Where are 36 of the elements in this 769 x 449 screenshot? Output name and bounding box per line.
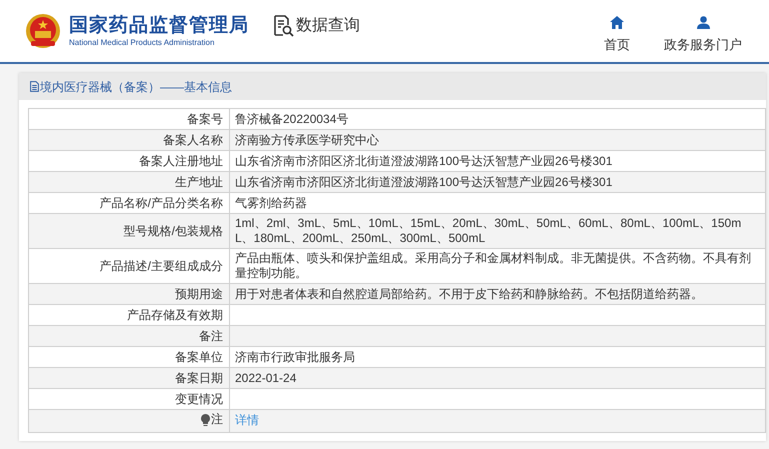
site-title: 国家药品监督管理局 xyxy=(69,14,249,38)
row-label: 预期用途 xyxy=(175,286,223,300)
section-title: 数据查询 xyxy=(296,16,360,36)
row-label: 注 xyxy=(211,412,223,427)
row-label: 产品描述/主要组成成分 xyxy=(100,258,223,272)
row-label: 备案人注册地址 xyxy=(139,154,223,168)
nav-link[interactable]: 首页 xyxy=(604,16,630,50)
row-value: 2022-01-24 xyxy=(235,370,296,384)
row-label: 产品存储及有效期 xyxy=(127,308,223,322)
row-value: 山东省济南市济阳区济北街道澄波湖路100号达沃智慧产业园26号楼301 xyxy=(235,174,612,188)
row-label: 变更情况 xyxy=(175,392,223,406)
row-label: 备案日期 xyxy=(175,370,223,384)
row-value: 山东省济南市济阳区济北街道澄波湖路100号达沃智慧产业园26号楼301 xyxy=(235,154,612,168)
row-value: 鲁济械备20220034号 xyxy=(235,112,348,126)
lightbulb-icon xyxy=(201,414,210,426)
home-icon xyxy=(610,16,624,28)
document-icon xyxy=(30,81,39,92)
row-value: 用于对患者体表和自然腔道局部给药。不用于皮下给药和静脉给药。不包括阴道给药器。 xyxy=(235,286,703,300)
nav-link[interactable]: 政务服务门户 xyxy=(664,16,742,50)
row-label: 型号规格/包装规格 xyxy=(124,224,223,238)
row-value: 气雾剂给药器 xyxy=(235,196,307,210)
user-icon xyxy=(696,16,710,28)
row-label: 产品名称/产品分类名称 xyxy=(100,196,223,210)
row-label: 生产地址 xyxy=(175,174,223,188)
emblem-icon xyxy=(25,13,61,49)
row-value: 1ml、2ml、3mL、5mL、10mL、15mL、20mL、30mL、50mL、60mL、80mL、100mL、150mL、180mL、200mL、250mL、300mL、500mL xyxy=(235,216,742,245)
panel-title: 境内医疗器械（备案）——基本信息 xyxy=(40,78,232,96)
row-value: 产品由瓶体、喷头和保护盖组成。采用高分子和金属材料制成。非无菌提供。不含药物。不具有剂量控制功能。 xyxy=(235,251,751,280)
row-label: 备案单位 xyxy=(175,350,223,364)
row-label: 备注 xyxy=(199,328,223,342)
document-search-icon xyxy=(273,15,294,37)
row-value: 济南验方传承医学研究中心 xyxy=(235,132,379,146)
row-value: 济南市行政审批服务局 xyxy=(235,350,355,364)
row-label: 备案号 xyxy=(187,112,223,126)
row-label: 备案人名称 xyxy=(163,132,223,146)
site-subtitle: National Medical Products Administration xyxy=(69,38,216,48)
